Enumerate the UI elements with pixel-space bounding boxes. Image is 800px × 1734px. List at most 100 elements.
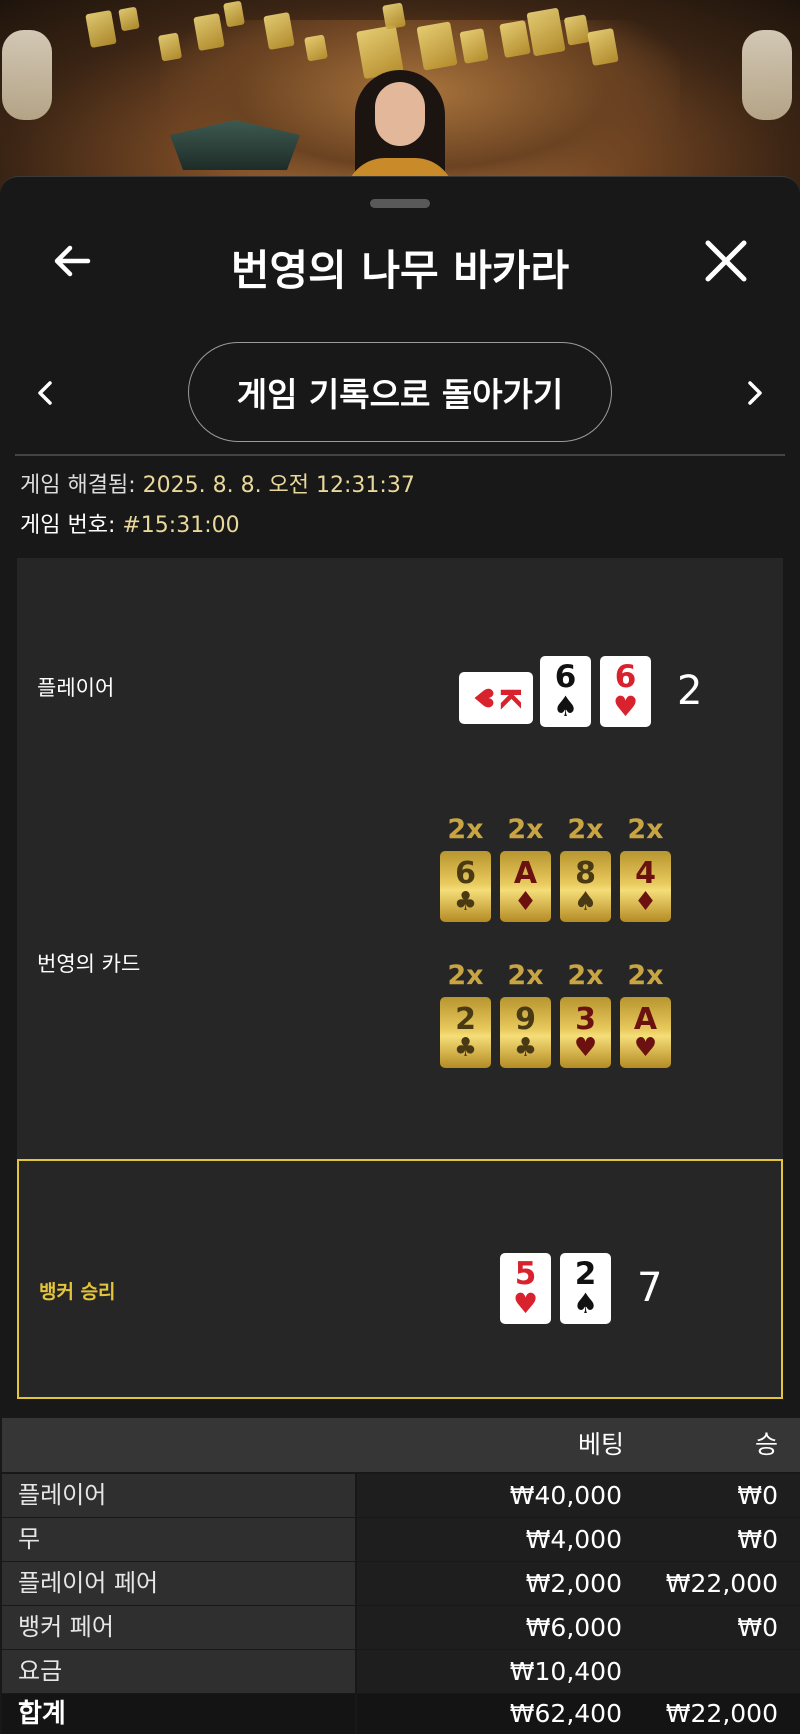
card-suit: ♠	[572, 1287, 599, 1320]
total-values: ₩62,400 ₩22,000	[357, 1694, 800, 1734]
multiplier: 2x	[447, 960, 484, 991]
prosperity-card: 6 ♣	[440, 851, 491, 922]
bet-values: ₩40,000 ₩0	[357, 1474, 800, 1517]
card-rank: 2	[574, 1256, 597, 1292]
lantern-right	[742, 30, 792, 120]
player-card-1: ♥ K	[459, 672, 533, 724]
bet-name: 요금	[2, 1650, 355, 1693]
game-number-value: #15:31:00	[122, 513, 240, 538]
result-panel: 플레이어 ♥ K 6 ♠ 6 ♥ 2 번영의 카드 2x 2x 2x 2x 6 …	[17, 558, 783, 1399]
card-rank: K	[493, 687, 527, 709]
table-row: 무 ₩4,000 ₩0	[0, 1518, 800, 1562]
total-label: 합계	[2, 1694, 355, 1734]
table-row: 뱅커 페어 ₩6,000 ₩0	[0, 1606, 800, 1650]
game-number-label: 게임 번호:	[20, 513, 116, 538]
multiplier: 2x	[447, 814, 484, 845]
banker-card-2: 2 ♠	[560, 1253, 611, 1324]
back-to-history-button[interactable]: 게임 기록으로 돌아가기	[188, 342, 612, 442]
bet-amount: ₩2,000	[525, 1569, 622, 1598]
card-rank: 6	[455, 855, 476, 891]
close-button[interactable]	[700, 235, 752, 287]
gold-tag	[157, 32, 183, 62]
multiplier: 2x	[567, 960, 604, 991]
win-amount: ₩0	[737, 1481, 778, 1510]
gold-tag	[563, 14, 591, 46]
bet-amount: ₩40,000	[509, 1481, 622, 1510]
gold-tag	[223, 0, 245, 28]
prosperity-card: A ♥	[620, 997, 671, 1068]
prosperity-card: 2 ♣	[440, 997, 491, 1068]
chevron-left-icon	[38, 381, 52, 405]
win-amount: ₩0	[737, 1525, 778, 1554]
card-rank: 6	[614, 659, 637, 695]
chevron-right-icon	[748, 381, 762, 405]
gold-tag	[263, 12, 295, 50]
prosperity-card: 3 ♥	[560, 997, 611, 1068]
bets-table-header: 베팅 승	[2, 1418, 800, 1472]
multiplier: 2x	[567, 814, 604, 845]
prosperity-card: 8 ♠	[560, 851, 611, 922]
card-suit: ♠	[552, 690, 579, 723]
card-suit: ♣	[513, 1032, 538, 1063]
sheet-drag-handle[interactable]	[370, 199, 430, 208]
game-number: 게임 번호: #15:31:00	[20, 507, 240, 539]
divider	[15, 454, 785, 456]
table-total-row: 합계 ₩62,400 ₩22,000	[0, 1694, 800, 1734]
bet-values: ₩4,000 ₩0	[357, 1518, 800, 1561]
gold-tag	[587, 28, 619, 66]
card-rank: 3	[575, 1001, 596, 1037]
lantern-left	[2, 30, 52, 120]
total-win: ₩22,000	[665, 1699, 778, 1728]
page-title: 번영의 나무 바카라	[230, 246, 570, 295]
card-suit: ♥	[573, 1032, 598, 1063]
card-rank: 8	[575, 855, 596, 891]
table-row: 플레이어 페어 ₩2,000 ₩22,000	[0, 1562, 800, 1606]
gold-tag	[85, 10, 117, 48]
card-rank: A	[513, 855, 538, 891]
card-rank: A	[633, 1001, 658, 1037]
card-rank: 4	[635, 855, 656, 891]
close-icon	[705, 240, 747, 282]
prosperity-label: 번영의 카드	[37, 952, 141, 976]
gold-tag	[193, 13, 225, 51]
player-label: 플레이어	[37, 676, 115, 700]
table-row: 플레이어 ₩40,000 ₩0	[0, 1474, 800, 1518]
player-total: 2	[677, 668, 703, 714]
card-suit: ♥	[633, 1032, 658, 1063]
multiplier: 2x	[627, 814, 664, 845]
multiplier: 2x	[507, 960, 544, 991]
gold-tag	[499, 20, 531, 58]
banker-win-label: 뱅커 승리	[39, 1281, 116, 1303]
card-rank: 6	[554, 659, 577, 695]
banker-winner-box: 뱅커 승리 5 ♥ 2 ♠ 7	[17, 1159, 783, 1399]
gold-tag	[526, 7, 566, 57]
prosperity-card: 9 ♣	[500, 997, 551, 1068]
card-rank: 9	[515, 1001, 536, 1037]
table-row: 요금 ₩10,400	[0, 1650, 800, 1694]
bet-amount: ₩6,000	[525, 1613, 622, 1642]
win-column-header: 승	[754, 1430, 778, 1459]
card-rank: 5	[514, 1256, 537, 1292]
next-game-button[interactable]	[740, 375, 770, 411]
win-amount: ₩22,000	[665, 1569, 778, 1598]
bet-column-header: 베팅	[577, 1430, 624, 1459]
multiplier: 2x	[507, 814, 544, 845]
banker-total: 7	[637, 1265, 663, 1311]
card-suit: ♣	[453, 886, 478, 917]
total-bet: ₩62,400	[509, 1699, 622, 1728]
dealer-face	[375, 82, 425, 146]
gold-tag	[304, 34, 328, 62]
card-suit: ♥	[468, 686, 499, 710]
gold-tag	[416, 21, 458, 71]
resolved-time: 게임 해결됨: 2025. 8. 8. 오전 12:31:37	[20, 467, 415, 499]
prosperity-card: 4 ♦	[620, 851, 671, 922]
resolved-value: 2025. 8. 8. 오전 12:31:37	[142, 473, 415, 498]
multiplier: 2x	[627, 960, 664, 991]
bet-amount: ₩10,400	[509, 1657, 622, 1686]
bet-name: 플레이어 페어	[2, 1562, 355, 1605]
previous-game-button[interactable]	[30, 375, 60, 411]
bet-name: 뱅커 페어	[2, 1606, 355, 1649]
card-suit: ♥	[612, 690, 639, 723]
card-suit: ♦	[513, 886, 538, 917]
prosperity-card: A ♦	[500, 851, 551, 922]
